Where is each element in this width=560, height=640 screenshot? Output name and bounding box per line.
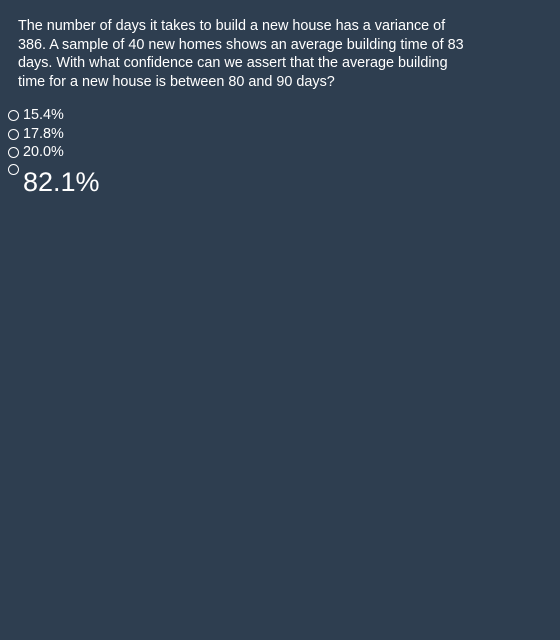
answer-option-label: 17.8% bbox=[23, 125, 64, 142]
radio-button-icon[interactable] bbox=[8, 147, 19, 158]
answer-options: 15.4% 17.8% 20.0% 82.1% bbox=[8, 106, 100, 197]
answer-option-label: 15.4% bbox=[23, 107, 64, 123]
answer-option-4[interactable]: 82.1% bbox=[8, 162, 100, 197]
answer-option-label: 82.1% bbox=[23, 166, 100, 197]
answer-option-1[interactable]: 15.4% bbox=[8, 106, 100, 125]
answer-option-2[interactable]: 17.8% bbox=[8, 125, 100, 144]
answer-option-3[interactable]: 20.0% bbox=[8, 143, 100, 162]
radio-button-icon[interactable] bbox=[8, 128, 19, 140]
answer-option-label: 20.0% bbox=[23, 144, 64, 160]
radio-button-icon[interactable] bbox=[8, 110, 19, 121]
question-text: The number of days it takes to build a n… bbox=[18, 18, 464, 90]
radio-button-icon[interactable] bbox=[8, 163, 19, 175]
